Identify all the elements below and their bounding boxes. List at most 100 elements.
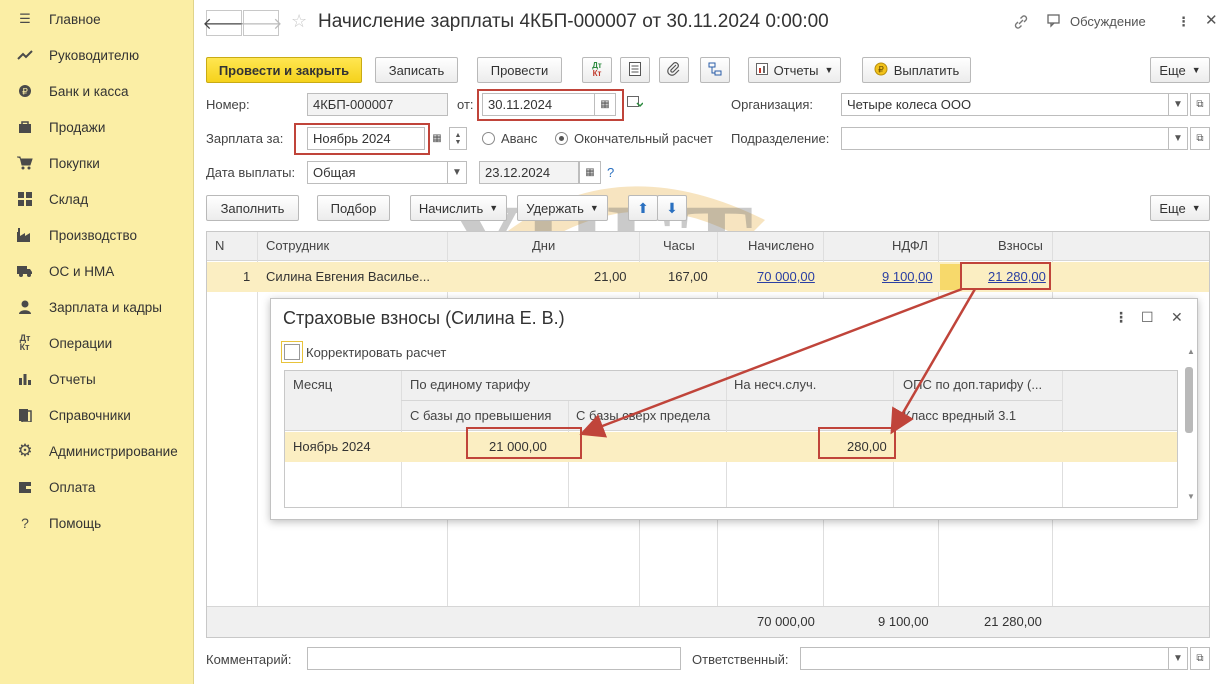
cell-month[interactable]: Ноябрь 2024 xyxy=(293,439,371,454)
column-header[interactable]: Класс вредный 3.1 xyxy=(903,408,1016,423)
structure-button[interactable] xyxy=(700,57,730,83)
chevron-down-icon[interactable]: ▼ xyxy=(447,161,467,184)
report-icon xyxy=(755,62,768,78)
close-icon[interactable]: ✕ xyxy=(1171,309,1183,326)
column-header[interactable]: N xyxy=(215,238,224,253)
maximize-icon[interactable]: ☐ xyxy=(1141,309,1154,326)
number-field[interactable]: 4КБП-000007 xyxy=(307,93,448,116)
sidebar-item-payroll[interactable]: Зарплата и кадры xyxy=(0,289,194,325)
post-and-close-button[interactable]: Провести и закрыть xyxy=(206,57,362,83)
sidebar-item-payment[interactable]: Оплата xyxy=(0,469,194,505)
total-contrib: 21 280,00 xyxy=(984,614,1042,629)
chevron-down-icon: ▼ xyxy=(489,203,499,213)
post-date-icon[interactable] xyxy=(627,95,644,112)
more-menu-icon[interactable]: ⋮ xyxy=(1177,14,1190,30)
save-button[interactable]: Записать xyxy=(375,57,458,83)
advance-radio[interactable] xyxy=(482,132,495,145)
column-header[interactable]: ОПС по доп.тарифу (... xyxy=(903,377,1042,392)
sidebar-item-warehouse[interactable]: Склад xyxy=(0,181,194,217)
period-stepper[interactable]: ▲ ▼ xyxy=(449,127,467,150)
sidebar-item-production[interactable]: Производство xyxy=(0,217,194,253)
link-icon[interactable] xyxy=(1013,14,1029,33)
column-header[interactable]: НДФЛ xyxy=(892,238,928,253)
column-header[interactable]: Дни xyxy=(532,238,555,253)
column-header[interactable]: С базы сверх предела xyxy=(576,408,710,423)
table-row[interactable]: Ноябрь 2024 21 000,00 280,00 xyxy=(285,432,1177,462)
open-icon[interactable]: ⧉ xyxy=(1190,127,1210,150)
sidebar-item-catalogs[interactable]: Справочники xyxy=(0,397,194,433)
attach-button[interactable] xyxy=(659,57,689,83)
withhold-dropdown[interactable]: Удержать ▼ xyxy=(517,195,608,221)
correct-calc-checkbox[interactable] xyxy=(284,344,300,360)
calendar-icon[interactable]: ▦ xyxy=(427,127,447,150)
organization-field[interactable]: Четыре колеса ООО xyxy=(841,93,1169,116)
table-more-button[interactable]: Еще ▼ xyxy=(1150,195,1210,221)
fill-button[interactable]: Заполнить xyxy=(206,195,299,221)
sidebar-item-main[interactable]: ☰ Главное xyxy=(0,1,194,37)
discussion-link[interactable]: Обсуждение xyxy=(1070,14,1146,29)
help-question-icon[interactable]: ? xyxy=(607,165,614,180)
move-up-button[interactable]: ⬆ xyxy=(628,195,658,221)
chevron-down-icon[interactable]: ▼ xyxy=(1168,93,1188,116)
sidebar-item-assets[interactable]: ОС и НМА xyxy=(0,253,194,289)
column-header[interactable]: По единому тарифу xyxy=(410,377,530,392)
column-header[interactable]: Взносы xyxy=(998,238,1043,253)
sidebar-item-admin[interactable]: ⚙ Администрирование xyxy=(0,433,194,469)
sidebar-item-reports[interactable]: Отчеты xyxy=(0,361,194,397)
favorite-star-icon[interactable]: ☆ xyxy=(291,11,307,32)
sidebar-item-bank[interactable]: ₽ Банк и касса xyxy=(0,73,194,109)
dialog-title: Страховые взносы (Силина Е. В.) xyxy=(283,308,565,328)
responsible-field[interactable] xyxy=(800,647,1169,670)
final-calc-radio[interactable] xyxy=(555,132,568,145)
column-header[interactable]: Часы xyxy=(663,238,695,253)
column-header[interactable]: Начислено xyxy=(748,238,814,253)
sidebar-item-manager[interactable]: Руководителю xyxy=(0,37,194,73)
paydate-type-select[interactable]: Общая xyxy=(307,161,448,184)
sidebar-item-help[interactable]: ? Помощь xyxy=(0,505,194,541)
more-menu-icon[interactable]: ⋮ xyxy=(1114,309,1128,326)
sidebar-item-purchases[interactable]: Покупки xyxy=(0,145,194,181)
button-label: Начислить xyxy=(418,200,484,216)
cell-hours[interactable]: 167,00 xyxy=(668,269,708,284)
back-button[interactable]: 🡐 xyxy=(203,10,245,36)
cell-days[interactable]: 21,00 xyxy=(594,269,627,284)
table-row[interactable]: 1 Силина Евгения Василье... 21,00 167,00… xyxy=(207,262,1209,292)
accrue-dropdown[interactable]: Начислить ▼ xyxy=(410,195,507,221)
sidebar-item-sales[interactable]: Продажи xyxy=(0,109,194,145)
scroll-up-icon[interactable]: ▲ xyxy=(1187,347,1195,356)
cell-ndfl-link[interactable]: 9 100,00 xyxy=(882,269,933,284)
chevron-down-icon[interactable]: ▼ xyxy=(1168,127,1188,150)
column-header[interactable]: На несч.случ. xyxy=(734,377,816,392)
cell-employee[interactable]: Силина Евгения Василье... xyxy=(266,269,430,284)
sidebar-item-operations[interactable]: Дт Кт Операции xyxy=(0,325,194,361)
column-header[interactable]: Месяц xyxy=(293,377,332,392)
correct-calc-label: Корректировать расчет xyxy=(306,345,447,360)
column-header[interactable]: С базы до превышения xyxy=(410,408,551,423)
debit-credit-button[interactable]: Дт Кт xyxy=(582,57,612,83)
journal-button[interactable] xyxy=(620,57,650,83)
sidebar-item-label: Администрирование xyxy=(49,444,178,459)
chevron-down-icon[interactable]: ▼ xyxy=(1168,647,1188,670)
pay-button[interactable]: ₽ Выплатить xyxy=(862,57,971,83)
move-down-button[interactable]: ⬇ xyxy=(657,195,687,221)
calendar-icon[interactable]: ▦ xyxy=(579,161,601,184)
open-icon[interactable]: ⧉ xyxy=(1190,93,1210,116)
scroll-down-icon[interactable]: ▼ xyxy=(1187,492,1195,501)
more-button[interactable]: Еще ▼ xyxy=(1150,57,1210,83)
post-button[interactable]: Провести xyxy=(477,57,562,83)
highlight-frame xyxy=(960,262,1051,290)
sidebar-item-label: Банк и касса xyxy=(49,84,129,99)
discussion-icon[interactable] xyxy=(1047,14,1063,31)
select-button[interactable]: Подбор xyxy=(317,195,390,221)
open-icon[interactable]: ⧉ xyxy=(1190,647,1210,670)
forward-button[interactable]: 🡒 xyxy=(240,10,282,36)
paydate-field[interactable]: 23.12.2024 xyxy=(479,161,579,184)
warehouse-icon xyxy=(16,190,34,208)
scrollbar[interactable] xyxy=(1185,367,1193,433)
comment-field[interactable] xyxy=(307,647,681,670)
department-field[interactable] xyxy=(841,127,1169,150)
close-icon[interactable]: ✕ xyxy=(1205,11,1218,29)
reports-dropdown[interactable]: Отчеты ▼ xyxy=(748,57,841,83)
cell-accrued-link[interactable]: 70 000,00 xyxy=(757,269,815,284)
column-header[interactable]: Сотрудник xyxy=(266,238,329,253)
